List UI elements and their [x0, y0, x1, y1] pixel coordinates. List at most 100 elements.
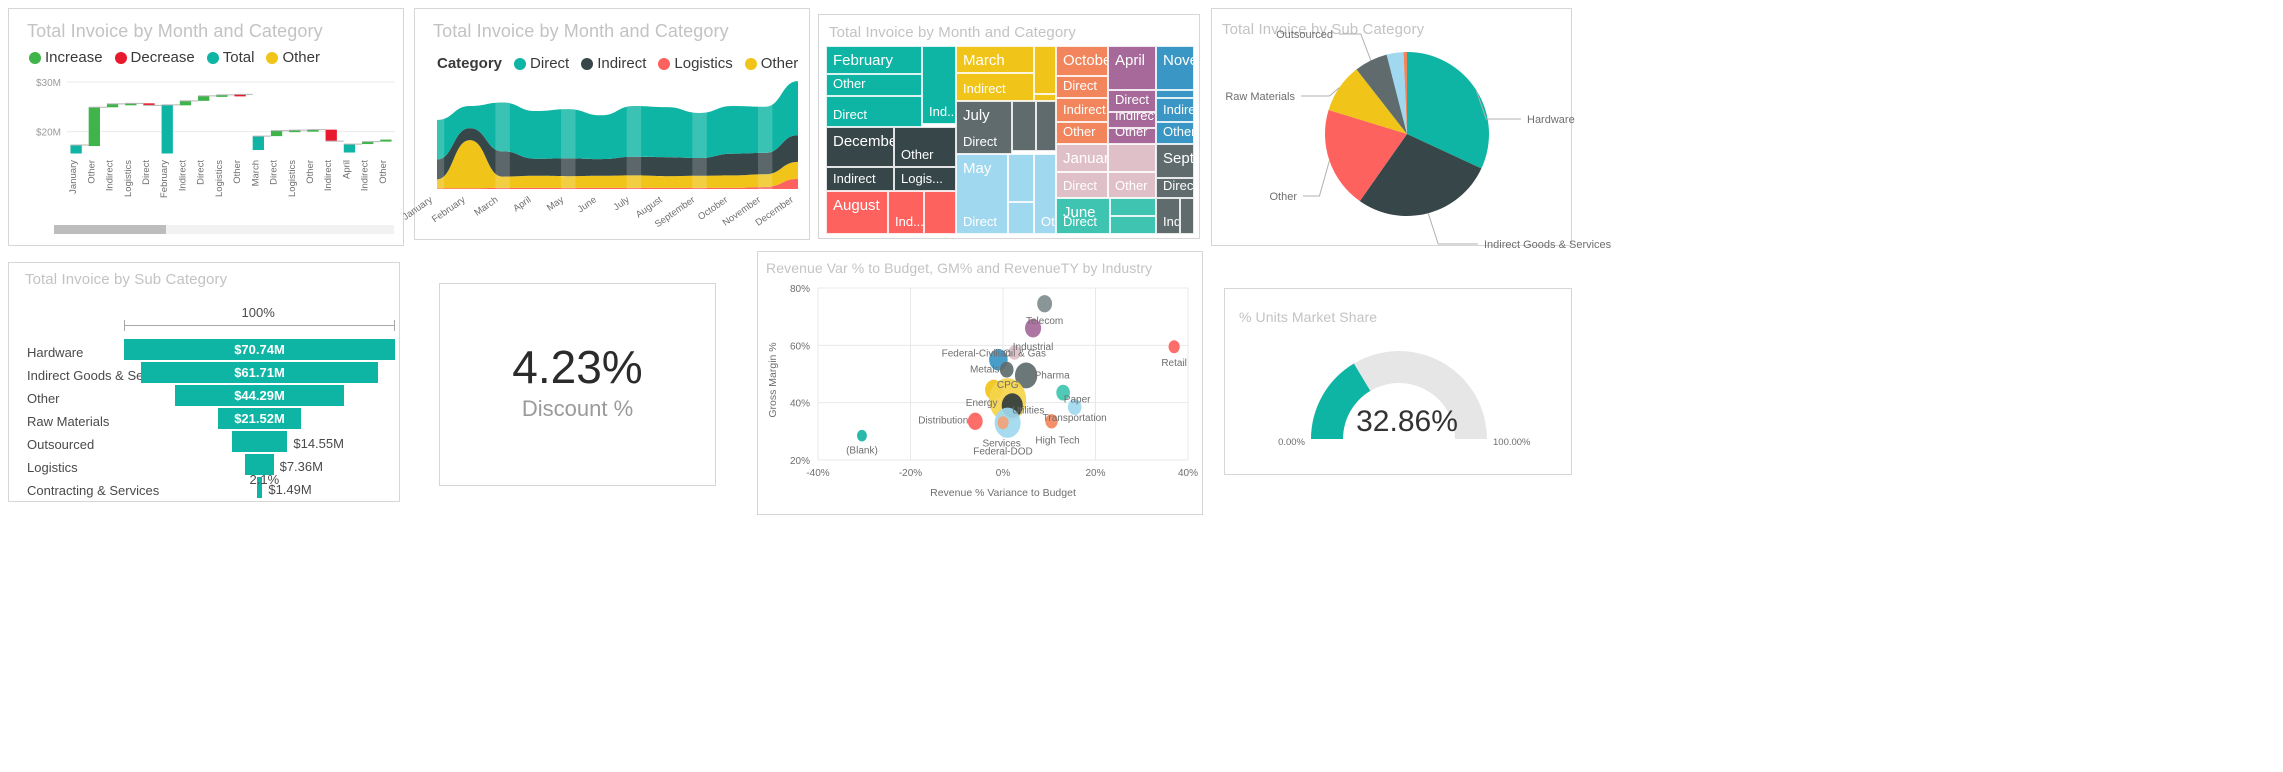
- treemap-cell[interactable]: Other: [1156, 122, 1194, 144]
- legend-item-other2[interactable]: Other: [744, 55, 798, 72]
- svg-text:Indirect: Indirect: [323, 160, 334, 192]
- scatter-point-label: Metals: [970, 365, 999, 376]
- treemap-cell[interactable]: July Direct: [956, 101, 1012, 154]
- treemap-cell[interactable]: January: [1056, 144, 1108, 172]
- treemap-cell[interactable]: [1012, 101, 1036, 151]
- treemap-cell[interactable]: Indirect: [1108, 112, 1156, 128]
- legend-label-other: Other: [282, 49, 320, 66]
- panel-pie[interactable]: Total Invoice by Sub Category Hardware In…: [1211, 8, 1612, 251]
- legend-label-direct: Direct: [530, 55, 570, 72]
- treemap-cell[interactable]: [1034, 46, 1056, 94]
- panel-kpi[interactable]: 4.23% Discount %: [439, 283, 716, 486]
- treemap-cell[interactable]: August: [826, 191, 888, 234]
- treemap-cell[interactable]: [924, 191, 956, 234]
- treemap-cell[interactable]: Direct: [1156, 178, 1194, 198]
- treemap-cell[interactable]: December: [826, 127, 894, 167]
- legend-swatch-direct: [514, 57, 527, 70]
- treemap-cell[interactable]: Direct: [1156, 90, 1194, 98]
- legend-item-increase[interactable]: Increase: [29, 49, 103, 66]
- treemap-cell[interactable]: March: [956, 46, 1034, 73]
- waterfall-plot[interactable]: $30M $20M January Other Indirect Logistics Dir…: [27, 69, 397, 214]
- treemap-cell[interactable]: [1180, 198, 1194, 234]
- legend-item-direct[interactable]: Direct: [514, 55, 569, 72]
- gauge-max-label: 100.00%: [1493, 437, 1531, 448]
- panel-treemap[interactable]: Total Invoice by Month and Category Febr…: [818, 14, 1200, 239]
- treemap-cell[interactable]: Other: [1108, 172, 1156, 198]
- waterfall-bar: [252, 136, 264, 151]
- treemap-cell[interactable]: May Direct: [956, 154, 1008, 234]
- treemap-cell[interactable]: February: [826, 46, 922, 74]
- area-plot[interactable]: JanuaryFebruary March April May June July Augu…: [401, 75, 802, 235]
- legend-item-other[interactable]: Other: [266, 49, 320, 66]
- treemap-cell[interactable]: Septem...: [1156, 144, 1194, 178]
- legend-item-indirect[interactable]: Indirect: [581, 55, 646, 72]
- treemap-cell[interactable]: Novem...: [1156, 46, 1194, 90]
- waterfall-bar: [179, 100, 192, 106]
- waterfall-legend: Increase Decrease Total Other: [29, 49, 328, 66]
- treemap-cell[interactable]: Logis...: [894, 167, 956, 191]
- treemap-cell[interactable]: [1110, 216, 1156, 234]
- treemap-cell[interactable]: Direct: [1056, 76, 1108, 98]
- treemap-cell[interactable]: Direct: [826, 96, 922, 127]
- funnel-bar[interactable]: $61.71M: [141, 362, 378, 383]
- panel-gauge[interactable]: % Units Market Share 32.86% 0.00% 100.00%: [1224, 288, 1572, 475]
- treemap-cell[interactable]: Indirect: [956, 73, 1034, 101]
- legend-item-decrease[interactable]: Decrease: [114, 49, 195, 66]
- panel-funnel[interactable]: Total Invoice by Sub Category 100% Hardwa…: [8, 262, 400, 502]
- treemap-cell[interactable]: [1110, 198, 1156, 216]
- treemap-cell[interactable]: Indirect: [826, 167, 894, 191]
- pie-plot[interactable]: Hardware Indirect Goods & Services Other Ra…: [1212, 29, 1611, 251]
- svg-text:February: February: [159, 160, 170, 198]
- treemap-cell-label: Logis...: [901, 171, 943, 186]
- panel-scatter[interactable]: Revenue Var % to Budget, GM% and Revenue…: [757, 251, 1203, 515]
- treemap-cell[interactable]: Direct: [1056, 172, 1108, 198]
- treemap-plot[interactable]: February Other Direct Ind... December Other In…: [826, 46, 1194, 234]
- treemap-cell[interactable]: Indir...: [1156, 198, 1180, 234]
- svg-text:Direct: Direct: [141, 160, 152, 185]
- treemap-cell[interactable]: Other: [1034, 154, 1056, 234]
- treemap-cell-label: October: [1063, 52, 1107, 69]
- treemap-cell[interactable]: Other: [826, 74, 922, 96]
- treemap-cell[interactable]: [1036, 101, 1056, 151]
- panel-area[interactable]: Total Invoice by Month and Category Cate…: [401, 8, 810, 240]
- treemap-cell[interactable]: [1034, 94, 1056, 101]
- funnel-plot[interactable]: 100% Hardware $70.74M Indirect Goods & Ser.…: [9, 289, 401, 499]
- svg-text:January: January: [401, 194, 435, 223]
- treemap-cell[interactable]: Other: [894, 127, 956, 167]
- treemap-cell[interactable]: Ind...: [888, 191, 924, 234]
- treemap-cell[interactable]: [1108, 144, 1156, 172]
- treemap-cell-label: Direct: [1163, 91, 1193, 93]
- funnel-bar[interactable]: $21.52M: [218, 408, 301, 429]
- gauge-min-label: 0.00%: [1278, 437, 1305, 448]
- scatter-bubble: [1037, 295, 1053, 313]
- treemap-cell[interactable]: October: [1056, 46, 1108, 76]
- treemap-cell[interactable]: [1008, 202, 1034, 234]
- funnel-bar[interactable]: $44.29M: [174, 385, 345, 406]
- treemap-cell[interactable]: June Direct: [1056, 198, 1110, 234]
- treemap-cell[interactable]: Indirect: [1056, 98, 1108, 122]
- waterfall-scrollbar-thumb[interactable]: [54, 225, 166, 234]
- legend-label-indirect: Indirect: [597, 55, 647, 72]
- funnel-bar[interactable]: [231, 431, 288, 452]
- treemap-cell[interactable]: Other: [1056, 122, 1108, 144]
- legend-item-total[interactable]: Total: [206, 49, 254, 66]
- treemap-cell[interactable]: April: [1108, 46, 1156, 90]
- funnel-ruler: [124, 325, 395, 326]
- gauge-plot[interactable]: 32.86% 0.00% 100.00%: [1225, 317, 1573, 469]
- svg-text:Logistics: Logistics: [123, 160, 134, 197]
- kpi-value: 4.23%: [512, 341, 643, 393]
- treemap-cell[interactable]: Ind...: [922, 46, 956, 124]
- funnel-bar[interactable]: $70.74M: [124, 339, 395, 360]
- svg-text:Other: Other: [232, 160, 243, 184]
- waterfall-bar: [325, 129, 337, 142]
- svg-text:April: April: [511, 194, 533, 214]
- scatter-plot[interactable]: 20% 40% 60% 80% -40% -20% 0% 20% 40% Gross Margin…: [758, 274, 1204, 514]
- panel-waterfall[interactable]: Total Invoice by Month and Category Incr…: [8, 8, 404, 246]
- treemap-cell[interactable]: Other: [1108, 128, 1156, 144]
- funnel-category-label: Indirect Goods & Ser...: [27, 368, 158, 383]
- treemap-cell[interactable]: Indirect: [1156, 98, 1194, 122]
- treemap-cell[interactable]: Direct: [1108, 90, 1156, 112]
- waterfall-bar: [161, 104, 173, 154]
- legend-item-logistics[interactable]: Logistics: [658, 55, 733, 72]
- treemap-cell[interactable]: [1008, 154, 1034, 202]
